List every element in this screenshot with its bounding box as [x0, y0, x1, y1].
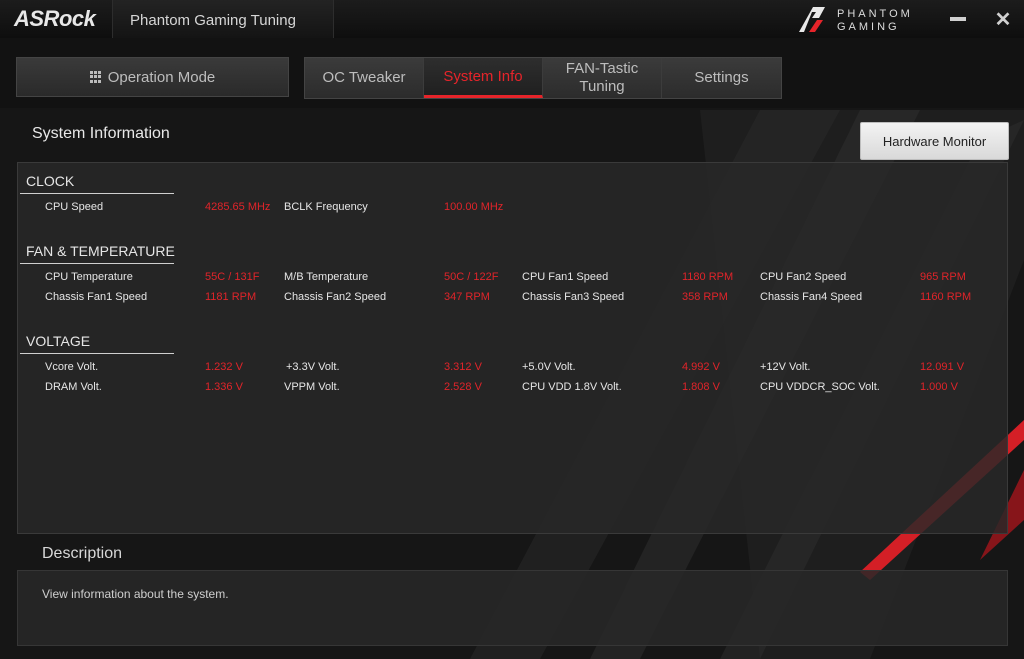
chassis-fan3-speed-label: Chassis Fan3 Speed: [522, 291, 625, 303]
3v3-volt-value: 3.312 V: [444, 361, 482, 373]
voltage-divider: [20, 353, 174, 354]
cpu-temperature-label: CPU Temperature: [45, 271, 133, 283]
vppm-volt-value: 2.528 V: [444, 381, 482, 393]
app-title: Phantom Gaming Tuning: [112, 0, 334, 38]
bclk-frequency-label: BCLK Frequency: [284, 201, 368, 213]
mb-temperature-value: 50C / 122F: [444, 271, 499, 283]
cpu-speed-value: 4285.65 MHz: [205, 201, 271, 213]
tab-settings[interactable]: Settings: [662, 58, 781, 98]
tab-oc-tweaker[interactable]: OC Tweaker: [305, 58, 424, 98]
vcore-volt-label: Vcore Volt.: [45, 361, 99, 373]
title-bar: ASRock Phantom Gaming Tuning PHANTOM GAM…: [0, 0, 1024, 39]
clock-group-label: CLOCK: [26, 173, 75, 189]
clock-row: CPU Speed 4285.65 MHz BCLK Frequency 100…: [18, 201, 1007, 219]
tab-fan-tastic-tuning[interactable]: FAN-Tastic Tuning: [543, 58, 662, 98]
phantom-gaming-logo: PHANTOM GAMING: [795, 4, 935, 36]
bclk-frequency-value: 100.00 MHz: [444, 201, 504, 213]
chassis-fan4-speed-label: Chassis Fan4 Speed: [760, 291, 863, 303]
minimize-icon: [950, 17, 966, 21]
5v-volt-value: 4.992 V: [682, 361, 720, 373]
cpu-vdd-1v8-volt-label: CPU VDD 1.8V Volt.: [522, 381, 622, 393]
cpu-speed-label: CPU Speed: [45, 201, 104, 213]
pg-line1: PHANTOM: [837, 8, 913, 20]
close-button[interactable]: ✕: [983, 0, 1023, 38]
3v3-volt-label: +3.3V Volt.: [286, 361, 340, 373]
chassis-fan1-speed-label: Chassis Fan1 Speed: [45, 291, 148, 303]
dram-volt-value: 1.336 V: [205, 381, 243, 393]
fan-temp-row-2: Chassis Fan1 Speed 1181 RPM Chassis Fan2…: [18, 291, 1007, 309]
chassis-fan4-speed-value: 1160 RPM: [920, 291, 972, 303]
fan-temp-group-label: FAN & TEMPERATURE: [26, 243, 175, 259]
chassis-fan2-speed-value: 347 RPM: [444, 291, 490, 303]
mb-temperature-label: M/B Temperature: [284, 271, 369, 283]
cpu-vddcr-soc-volt-value: 1.000 V: [920, 381, 958, 393]
cpu-fan2-speed-label: CPU Fan2 Speed: [760, 271, 847, 283]
phantom-gaming-text: PHANTOM GAMING: [837, 8, 913, 34]
5v-volt-label: +5.0V Volt.: [522, 361, 576, 373]
operation-mode-label: Operation Mode: [107, 68, 216, 86]
page-title: System Information: [32, 125, 170, 142]
chassis-fan2-speed-label: Chassis Fan2 Speed: [284, 291, 387, 303]
description-panel: View information about the system.: [17, 570, 1008, 646]
description-title: Description: [42, 545, 123, 562]
tab-system-info[interactable]: System Info: [424, 58, 543, 98]
cpu-temperature-value: 55C / 131F: [205, 271, 260, 283]
main-tabs: OC Tweaker System Info FAN-Tastic Tuning…: [304, 57, 782, 99]
pg-line2: GAMING: [837, 21, 900, 33]
voltage-group-label: VOLTAGE: [26, 333, 91, 349]
vppm-volt-label: VPPM Volt.: [284, 381, 340, 393]
fan-temp-divider: [20, 263, 174, 264]
12v-volt-value: 12.091 V: [920, 361, 965, 373]
operation-mode-button[interactable]: Operation Mode: [16, 57, 289, 97]
app-title-text: Phantom Gaming Tuning: [130, 12, 296, 29]
chassis-fan1-speed-value: 1181 RPM: [205, 291, 257, 303]
hardware-monitor-button[interactable]: Hardware Monitor: [860, 122, 1009, 160]
cpu-vdd-1v8-volt-value: 1.808 V: [682, 381, 720, 393]
dram-volt-label: DRAM Volt.: [45, 381, 102, 393]
vcore-volt-value: 1.232 V: [205, 361, 243, 373]
voltage-row-1: Vcore Volt. 1.232 V +3.3V Volt. 3.312 V …: [18, 361, 1007, 379]
12v-volt-label: +12V Volt.: [760, 361, 811, 373]
phantom-gaming-mark-icon: [799, 7, 825, 32]
cpu-fan1-speed-value: 1180 RPM: [682, 271, 734, 283]
minimize-button[interactable]: [938, 0, 978, 38]
system-info-panel: CLOCK CPU Speed 4285.65 MHz BCLK Frequen…: [17, 162, 1008, 534]
cpu-fan1-speed-label: CPU Fan1 Speed: [522, 271, 609, 283]
fan-temp-row-1: CPU Temperature 55C / 131F M/B Temperatu…: [18, 271, 1007, 289]
chassis-fan3-speed-value: 358 RPM: [682, 291, 728, 303]
close-icon: ✕: [994, 8, 1012, 31]
cpu-fan2-speed-value: 965 RPM: [920, 271, 966, 283]
asrock-logo: ASRock: [14, 6, 96, 31]
description-text: View information about the system.: [42, 587, 229, 601]
clock-divider: [20, 193, 174, 194]
grid-icon: [89, 71, 102, 83]
voltage-row-2: DRAM Volt. 1.336 V VPPM Volt. 2.528 V CP…: [18, 381, 1007, 399]
cpu-vddcr-soc-volt-label: CPU VDDCR_SOC Volt.: [760, 381, 880, 393]
